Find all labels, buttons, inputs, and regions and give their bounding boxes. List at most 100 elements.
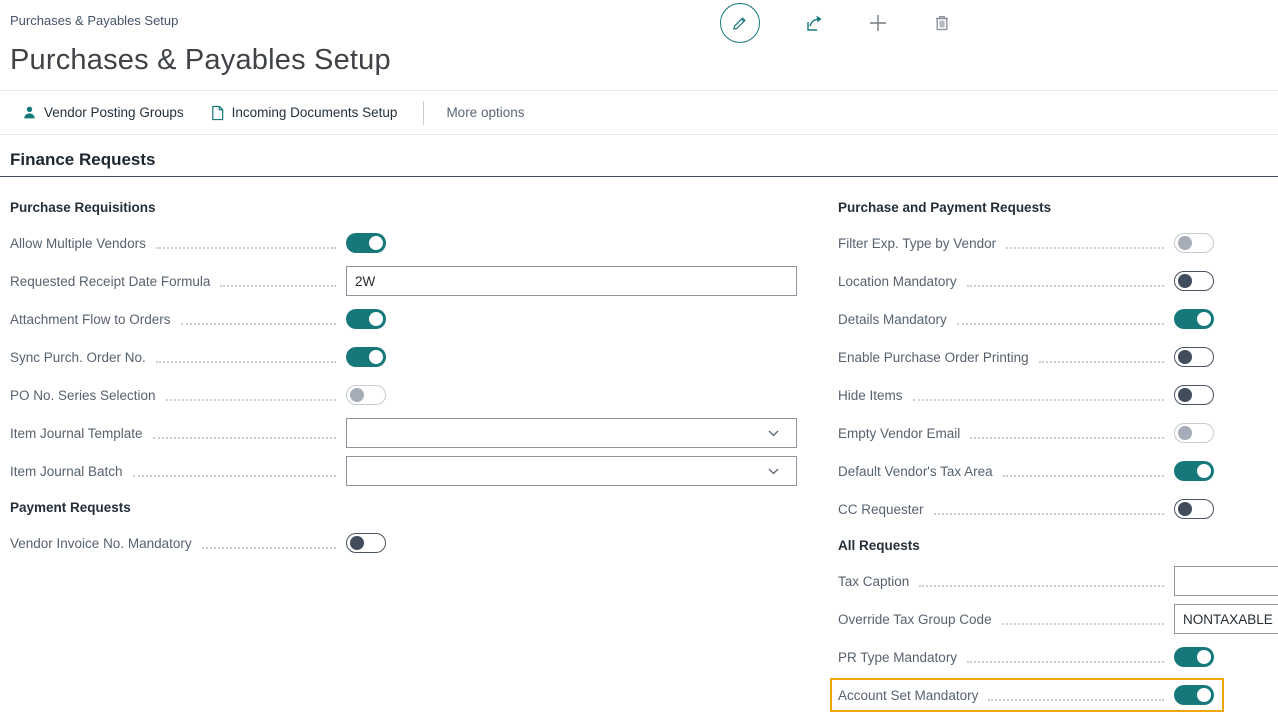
dotted-leader xyxy=(202,547,336,549)
toggle-knob xyxy=(369,312,383,326)
dotted-leader xyxy=(1006,247,1164,249)
input-item-journal-template[interactable] xyxy=(346,418,797,448)
toggle-knob xyxy=(1178,350,1192,364)
plus-icon xyxy=(868,13,888,33)
group-header-purchase-and-payment-requests: Purchase and Payment Requests xyxy=(838,190,1278,224)
field-label-account-set-mandatory: Account Set Mandatory xyxy=(838,688,978,703)
toggle-vendor-invoice-no-mandatory[interactable] xyxy=(346,533,386,553)
field-row-default-vendor-s-tax-area: Default Vendor's Tax Area xyxy=(838,452,1278,490)
field-label-location-mandatory: Location Mandatory xyxy=(838,274,957,289)
dotted-leader xyxy=(181,323,336,325)
toggle-knob xyxy=(1197,650,1211,664)
label-zone: Attachment Flow to Orders xyxy=(10,312,346,327)
input-override-tax-group-code[interactable] xyxy=(1174,604,1278,634)
section-title: Finance Requests xyxy=(10,150,156,170)
input-wrap-tax-caption xyxy=(1174,566,1278,596)
action-bar-divider xyxy=(423,101,424,125)
left-column: Purchase RequisitionsAllow Multiple Vend… xyxy=(10,190,797,562)
group-header-purchase-requisitions: Purchase Requisitions xyxy=(10,190,797,224)
edit-button[interactable] xyxy=(720,3,760,43)
field-row-hide-items: Hide Items xyxy=(838,376,1278,414)
field-label-empty-vendor-email: Empty Vendor Email xyxy=(838,426,960,441)
field-row-account-set-mandatory: Account Set Mandatory xyxy=(830,678,1224,712)
dotted-leader xyxy=(967,285,1164,287)
field-label-attachment-flow-to-orders: Attachment Flow to Orders xyxy=(10,312,171,327)
page-toolbar xyxy=(720,2,974,44)
new-button[interactable] xyxy=(867,12,889,34)
trash-icon xyxy=(932,13,952,33)
delete-button[interactable] xyxy=(931,12,953,34)
field-label-cc-requester: CC Requester xyxy=(838,502,924,517)
dotted-leader xyxy=(967,661,1164,663)
label-zone: Enable Purchase Order Printing xyxy=(838,350,1174,365)
toggle-knob xyxy=(1178,502,1192,516)
toggle-knob xyxy=(1178,388,1192,402)
dotted-leader xyxy=(934,513,1164,515)
field-row-enable-purchase-order-printing: Enable Purchase Order Printing xyxy=(838,338,1278,376)
toggle-knob xyxy=(1178,274,1192,288)
input-requested-receipt-date-formula[interactable] xyxy=(346,266,797,296)
field-row-attachment-flow-to-orders: Attachment Flow to Orders xyxy=(10,300,797,338)
input-tax-caption[interactable] xyxy=(1174,566,1278,596)
purchases-payables-setup-page: Purchases & Payables Setup Purchases & P… xyxy=(0,0,1278,716)
action-incoming-documents-setup[interactable]: Incoming Documents Setup xyxy=(210,105,398,121)
dotted-leader xyxy=(1039,361,1164,363)
toggle-pr-type-mandatory[interactable] xyxy=(1174,647,1214,667)
input-item-journal-batch[interactable] xyxy=(346,456,797,486)
right-column: Purchase and Payment Requests Filter Exp.… xyxy=(838,190,1278,714)
toggle-allow-multiple-vendors[interactable] xyxy=(346,233,386,253)
share-icon xyxy=(803,12,825,34)
toggle-knob xyxy=(350,388,364,402)
dotted-leader xyxy=(957,323,1164,325)
label-zone: Default Vendor's Tax Area xyxy=(838,464,1174,479)
dotted-leader xyxy=(156,247,336,249)
label-zone: PO No. Series Selection xyxy=(10,388,346,403)
toggle-location-mandatory[interactable] xyxy=(1174,271,1214,291)
section-finance-requests[interactable]: Finance Requests xyxy=(0,146,1278,177)
label-zone: Tax Caption xyxy=(838,574,1174,589)
dotted-leader xyxy=(988,699,1164,701)
toggle-account-set-mandatory[interactable] xyxy=(1174,685,1214,705)
label-zone: Filter Exp. Type by Vendor xyxy=(838,236,1174,251)
field-row-tax-caption: Tax Caption xyxy=(838,562,1278,600)
toggle-sync-purch-order-no[interactable] xyxy=(346,347,386,367)
field-label-filter-exp-type-by-vendor: Filter Exp. Type by Vendor xyxy=(838,236,996,251)
toggle-filter-exp-type-by-vendor xyxy=(1174,233,1214,253)
dotted-leader xyxy=(220,285,336,287)
action-vendor-posting-groups[interactable]: Vendor Posting Groups xyxy=(22,105,184,120)
label-zone: Hide Items xyxy=(838,388,1174,403)
dotted-leader xyxy=(919,585,1164,587)
field-row-empty-vendor-email: Empty Vendor Email xyxy=(838,414,1278,452)
field-row-sync-purch-order-no: Sync Purch. Order No. xyxy=(10,338,797,376)
label-zone: Item Journal Batch xyxy=(10,464,346,479)
toggle-po-no-series-selection xyxy=(346,385,386,405)
field-row-po-no-series-selection: PO No. Series Selection xyxy=(10,376,797,414)
toggle-cc-requester[interactable] xyxy=(1174,499,1214,519)
toggle-hide-items[interactable] xyxy=(1174,385,1214,405)
group-header-payment-requests: Payment Requests xyxy=(10,490,797,524)
field-row-location-mandatory: Location Mandatory xyxy=(838,262,1278,300)
field-row-cc-requester: CC Requester xyxy=(838,490,1278,528)
page-title: Purchases & Payables Setup xyxy=(10,44,391,77)
toggle-enable-purchase-order-printing[interactable] xyxy=(1174,347,1214,367)
breadcrumb[interactable]: Purchases & Payables Setup xyxy=(10,13,178,28)
toggle-knob xyxy=(369,236,383,250)
label-zone: CC Requester xyxy=(838,502,1174,517)
label-zone: Empty Vendor Email xyxy=(838,426,1174,441)
toggle-attachment-flow-to-orders[interactable] xyxy=(346,309,386,329)
toggle-details-mandatory[interactable] xyxy=(1174,309,1214,329)
field-label-default-vendor-s-tax-area: Default Vendor's Tax Area xyxy=(838,464,993,479)
toggle-default-vendor-s-tax-area[interactable] xyxy=(1174,461,1214,481)
pencil-icon xyxy=(730,13,750,33)
field-label-item-journal-batch: Item Journal Batch xyxy=(10,464,123,479)
share-button[interactable] xyxy=(803,12,825,34)
more-options-button[interactable]: More options xyxy=(446,105,524,120)
field-label-requested-receipt-date-formula: Requested Receipt Date Formula xyxy=(10,274,210,289)
label-zone: Requested Receipt Date Formula xyxy=(10,274,346,289)
field-label-sync-purch-order-no: Sync Purch. Order No. xyxy=(10,350,146,365)
toggle-knob xyxy=(1197,464,1211,478)
field-label-override-tax-group-code: Override Tax Group Code xyxy=(838,612,992,627)
action-bar: Vendor Posting Groups Incoming Documents… xyxy=(0,90,1278,135)
field-label-enable-purchase-order-printing: Enable Purchase Order Printing xyxy=(838,350,1029,365)
person-icon xyxy=(22,105,37,120)
